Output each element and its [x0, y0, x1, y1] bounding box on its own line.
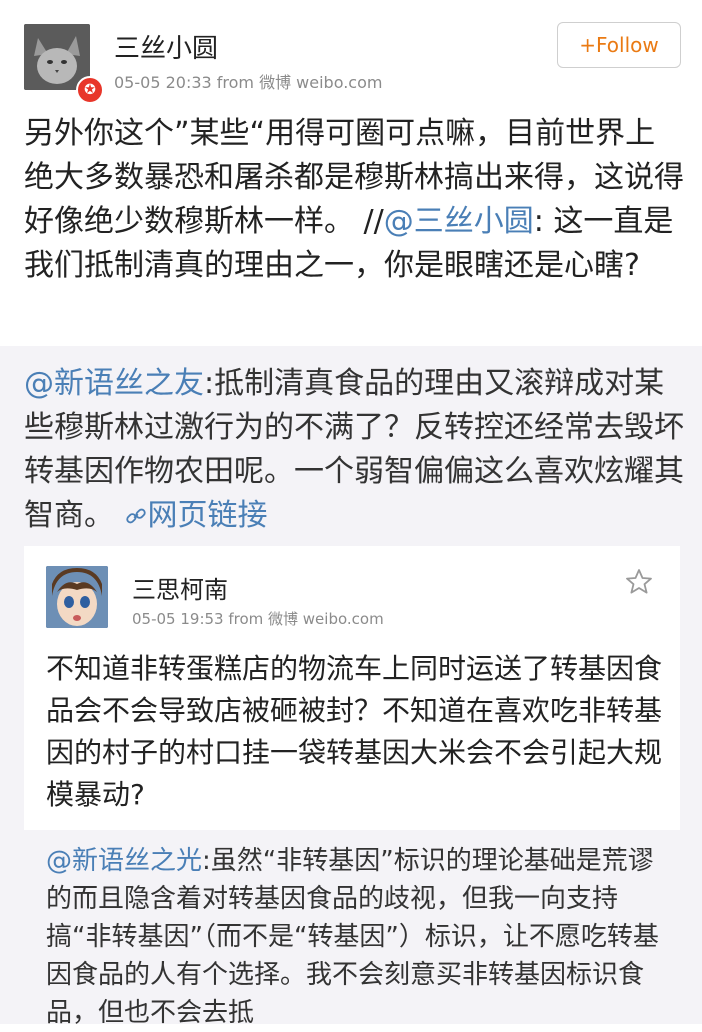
post-meta: 05-05 20:33 from 微博 weibo.com: [114, 73, 383, 92]
inner-quote-mention[interactable]: @新语丝之光: [46, 846, 202, 876]
inner-quote-text: @新语丝之光:虽然“非转基因”标识的理论基础是荒谬的而且隐含着对转基因食品的歧视…: [46, 842, 666, 1032]
inner-post-meta: 05-05 19:53 from 微博 weibo.com: [132, 610, 384, 628]
web-link[interactable]: 网页链接: [124, 498, 268, 533]
plus-icon: +: [579, 33, 597, 57]
inner-author-avatar[interactable]: [46, 566, 108, 628]
inner-post-text: 不知道非转蛋糕店的物流车上同时运送了转基因食品会不会导致店被砸被封？不知道在喜欢…: [46, 652, 663, 811]
repost-text: @新语丝之友:抵制清真食品的理由又滚辩成对某些穆斯林过激行为的不满了？反转控还经…: [24, 362, 684, 538]
link-icon: [125, 508, 146, 524]
verified-badge-icon: ✪: [76, 76, 104, 104]
post-text: 另外你这个”某些“用得可圈可点嘛，目前世界上绝大多数暴恐和屠杀都是穆斯林搞出来得…: [24, 112, 684, 288]
repost-mention[interactable]: @新语丝之友: [24, 366, 204, 401]
author-name[interactable]: 三丝小圆: [114, 28, 218, 65]
web-link-label: 网页链接: [147, 498, 268, 533]
anime-avatar-image: [46, 566, 108, 628]
inner-author-name[interactable]: 三思柯南: [132, 570, 228, 605]
follow-button[interactable]: +Follow: [557, 22, 681, 68]
star-icon[interactable]: [624, 567, 654, 597]
follow-label: Follow: [596, 33, 659, 57]
mention-link[interactable]: @三丝小圆: [384, 204, 534, 239]
